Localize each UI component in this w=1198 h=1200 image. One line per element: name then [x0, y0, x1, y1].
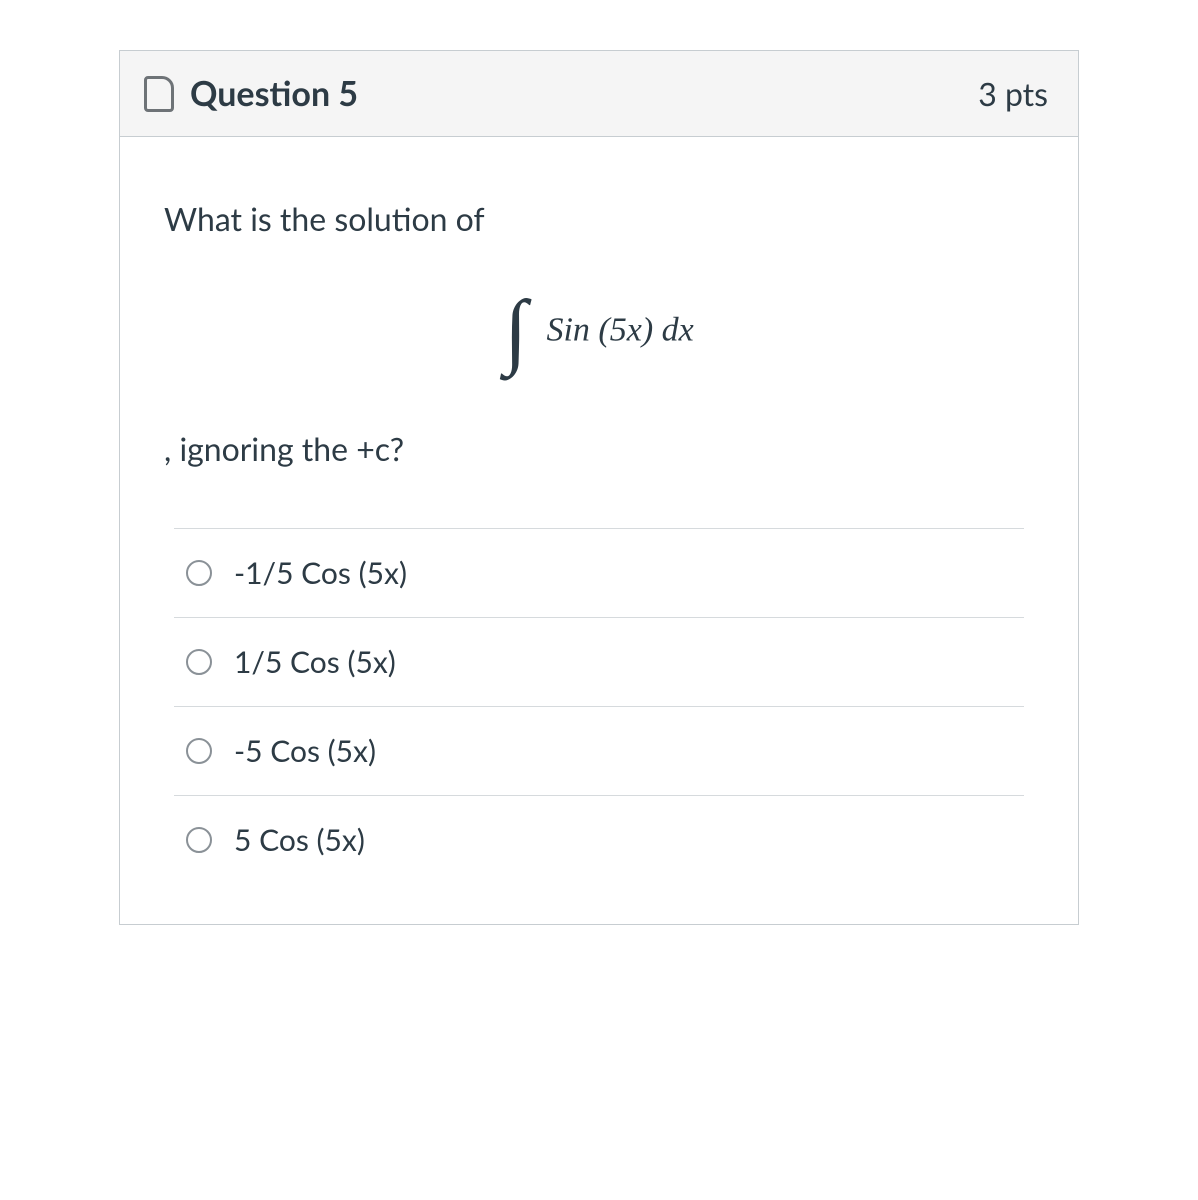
- question-title: Question 5: [190, 73, 358, 114]
- question-prompt-line2: , ignoring the +c?: [164, 429, 1034, 468]
- radio-icon[interactable]: [186, 560, 212, 586]
- question-prompt-line1: What is the solution of: [164, 197, 1034, 242]
- question-header: Question 5 3 pts: [120, 51, 1078, 137]
- option-row[interactable]: -1/5 Cos (5x): [174, 528, 1024, 617]
- header-left: Question 5: [144, 73, 358, 114]
- option-row[interactable]: 1/5 Cos (5x): [174, 617, 1024, 706]
- options-list: -1/5 Cos (5x) 1/5 Cos (5x) -5 Cos (5x) 5…: [174, 528, 1024, 884]
- option-label: 1/5 Cos (5x): [234, 644, 396, 680]
- question-card: Question 5 3 pts What is the solution of…: [119, 50, 1079, 925]
- radio-icon[interactable]: [186, 738, 212, 764]
- radio-icon[interactable]: [186, 649, 212, 675]
- flag-icon[interactable]: [144, 76, 174, 112]
- radio-icon[interactable]: [186, 827, 212, 853]
- points-label: 3 pts: [978, 74, 1048, 113]
- option-label: 5 Cos (5x): [234, 822, 365, 858]
- option-row[interactable]: 5 Cos (5x): [174, 795, 1024, 884]
- option-label: -5 Cos (5x): [234, 733, 376, 769]
- integral-expression: ∫ Sin (5x) dx: [164, 282, 1034, 379]
- option-label: -1/5 Cos (5x): [234, 555, 407, 591]
- integrand-text: Sin (5x) dx: [546, 311, 693, 348]
- option-row[interactable]: -5 Cos (5x): [174, 706, 1024, 795]
- question-body: What is the solution of ∫ Sin (5x) dx , …: [120, 137, 1078, 924]
- integral-sign: ∫: [504, 282, 527, 379]
